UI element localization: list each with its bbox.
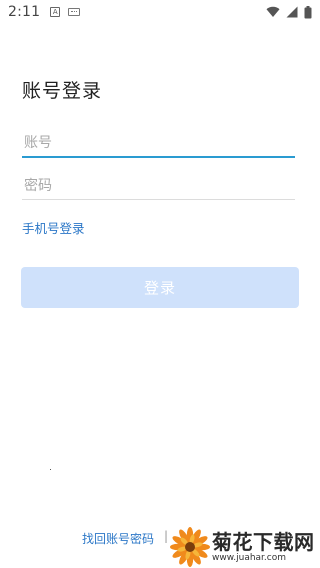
stray-dot	[50, 469, 51, 470]
battery-icon	[304, 5, 312, 18]
keyboard-icon	[68, 8, 81, 16]
status-right	[266, 5, 312, 19]
phone-login-link[interactable]: 手机号登录	[22, 218, 85, 237]
password-input[interactable]	[22, 172, 295, 199]
status-notifications: A	[50, 7, 81, 17]
watermark: 菊花下载网 www.juahar.com	[170, 526, 320, 568]
status-bar: 2:11 A	[0, 0, 320, 24]
flower-logo-icon	[170, 527, 210, 567]
signal-icon	[286, 6, 298, 18]
watermark-url: www.juahar.com	[212, 552, 287, 563]
notification-a-icon: A	[50, 7, 61, 17]
status-time: 2:11	[8, 4, 41, 20]
wifi-icon	[266, 6, 280, 17]
footer-separator: |	[164, 529, 169, 543]
page-title: 账号登录	[22, 80, 103, 102]
watermark-title: 菊花下载网	[212, 529, 315, 554]
watermark-text: 菊花下载网 www.juahar.com	[212, 531, 315, 564]
account-field	[22, 130, 295, 158]
account-input[interactable]	[22, 130, 295, 156]
password-field	[22, 172, 295, 200]
find-account-password-link[interactable]: 找回账号密码	[82, 530, 154, 547]
login-button[interactable]: 登录	[21, 267, 299, 308]
